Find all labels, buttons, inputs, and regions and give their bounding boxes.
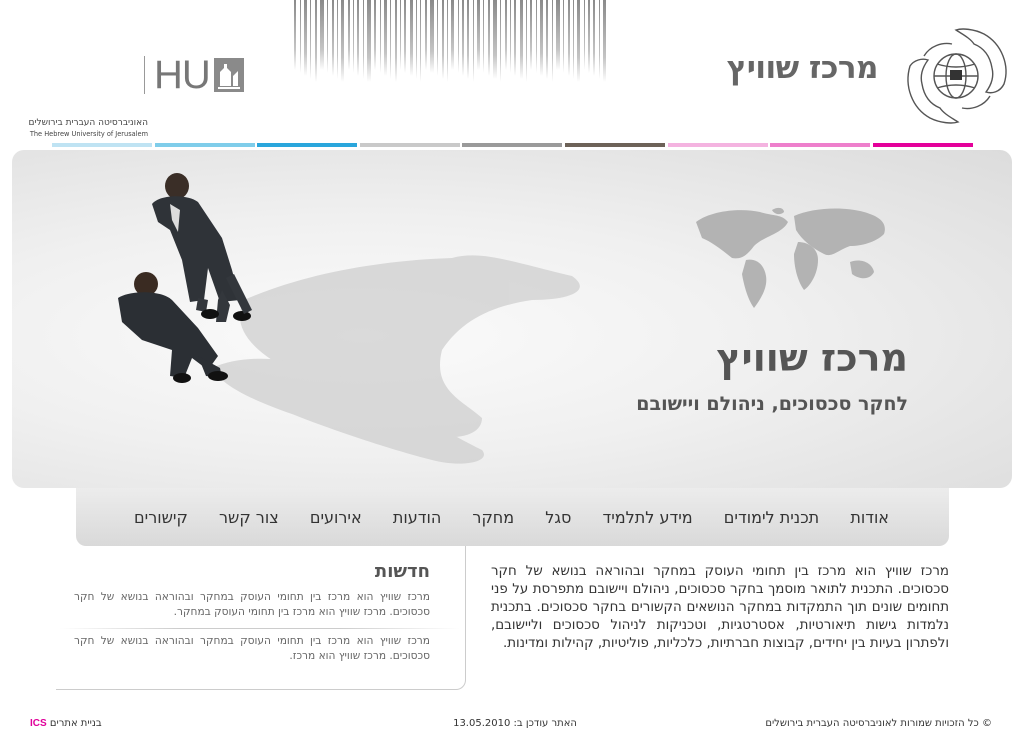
university-name-en: The Hebrew University of Jerusalem	[29, 130, 148, 138]
nav-item-curriculum[interactable]: תכנית לימודים	[724, 508, 819, 527]
hu-mark: HU	[154, 53, 211, 97]
nav-item-staff[interactable]: סגל	[545, 508, 571, 527]
logo-divider	[144, 56, 145, 94]
world-map-graphic	[696, 207, 885, 308]
news-title: חדשות	[374, 561, 430, 582]
nav-item-links[interactable]: קישורים	[134, 508, 188, 527]
hero-title: מרכז שוויץ	[716, 336, 908, 380]
copyright-text: © כל הזכויות שמורות לאוניברסיטה העברית ב…	[765, 718, 992, 729]
color-rule-segment	[257, 143, 358, 147]
hero-banner: מרכז שוויץ לחקר סכסוכים, ניהולם ויישובם	[12, 150, 1012, 488]
site-header: האוניברסיטה העברית בירושלים The Hebrew U…	[0, 0, 1024, 148]
credit-brand[interactable]: ICS	[30, 718, 47, 729]
intro-paragraph: מרכז שוויץ הוא מרכז בין תחומי העוסק במחק…	[491, 564, 949, 651]
hands-globe-logo[interactable]	[900, 26, 1016, 126]
main-navigation: אודות תכנית לימודים מידע לתלמיד סגל מחקר…	[76, 488, 949, 546]
color-rule-segment	[667, 143, 768, 147]
color-rule-segment	[872, 143, 973, 147]
site-credit[interactable]: ICS בניית אתרים	[30, 718, 120, 729]
color-rule-segment	[52, 143, 152, 147]
hero-illustration	[118, 173, 885, 464]
hero-subtitle: לחקר סכסוכים, ניהולם ויישובם	[636, 393, 908, 415]
nav-item-student-info[interactable]: מידע לתלמיד	[602, 508, 692, 527]
color-rule-segment	[359, 143, 460, 147]
nav-item-events[interactable]: אירועים	[310, 508, 362, 527]
color-rule-segment	[154, 143, 255, 147]
color-rule-segment	[462, 143, 563, 147]
university-emblem-icon	[214, 58, 244, 92]
nav-item-about[interactable]: אודות	[850, 508, 889, 527]
last-updated-text: האתר עודכן ב: 13.05.2010	[453, 718, 577, 729]
credit-label: בניית אתרים	[49, 718, 102, 729]
nav-item-announcements[interactable]: הודעות	[393, 508, 441, 527]
site-title[interactable]: מרכז שוויץ	[700, 50, 879, 86]
nav-item-research[interactable]: מחקר	[472, 508, 514, 527]
figure-shadows	[212, 255, 580, 464]
news-item[interactable]: מרכז שוויץ הוא מרכז בין תחומי העוסק במחק…	[74, 634, 430, 663]
news-item[interactable]: מרכז שוויץ הוא מרכז בין תחומי העוסק במחק…	[74, 590, 430, 619]
color-rule-segment	[565, 143, 665, 147]
barcode-decoration	[294, 0, 606, 82]
color-rule-segment	[770, 143, 871, 147]
university-name-he: האוניברסיטה העברית בירושלים	[28, 118, 149, 128]
news-divider	[60, 628, 460, 629]
second-man-figure	[118, 272, 228, 383]
nav-item-contact[interactable]: צור קשר	[219, 508, 279, 527]
